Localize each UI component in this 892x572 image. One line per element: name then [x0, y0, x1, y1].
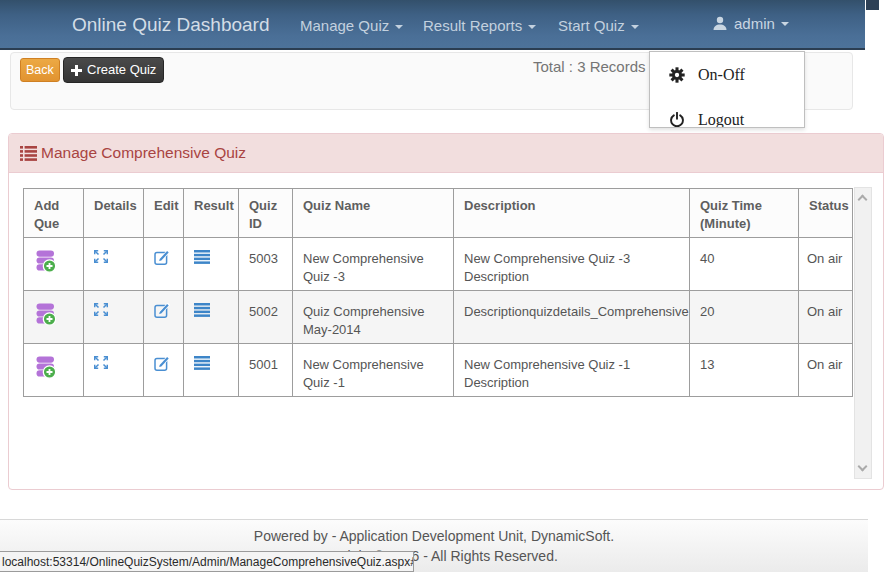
- quiz-name-cell: New Comprehensive Quiz -1: [293, 344, 454, 397]
- corner-square: [866, 0, 879, 10]
- panel-heading: Manage Comprehensive Quiz: [9, 134, 883, 173]
- add-que-cell: [24, 291, 84, 344]
- menu-item-on-off[interactable]: On-Off: [650, 52, 804, 97]
- col-description: Description: [454, 189, 690, 238]
- gear-icon: [669, 67, 685, 83]
- add-question-icon[interactable]: [34, 356, 56, 379]
- edit-cell: [144, 344, 184, 397]
- col-result: Result: [184, 189, 239, 238]
- nav-start-quiz[interactable]: Start Quiz: [558, 17, 639, 34]
- col-edit: Edit: [144, 189, 184, 238]
- add-que-cell: [24, 238, 84, 291]
- edit-cell: [144, 238, 184, 291]
- caret-down-icon: [781, 22, 789, 26]
- status-cell: On air: [799, 344, 853, 397]
- manage-quiz-panel: Manage Comprehensive Quiz Add Que Detail…: [8, 133, 884, 490]
- scroll-down-icon[interactable]: [858, 462, 868, 472]
- quiz-name-cell: Quiz Comprehensive May-2014: [293, 291, 454, 344]
- quiz-time-cell: 40: [690, 238, 799, 291]
- result-cell: [184, 291, 239, 344]
- status-cell: On air: [799, 291, 853, 344]
- nav-start-quiz-label: Start Quiz: [558, 17, 625, 34]
- quiz-id-cell: 5002: [239, 291, 293, 344]
- status-bar-url: localhost:53314/OnlineQuizSystem/Admin/M…: [0, 551, 414, 572]
- panel-title: Manage Comprehensive Quiz: [41, 144, 246, 162]
- result-icon[interactable]: [194, 356, 210, 370]
- description-cell: New Comprehensive Quiz -3 Description: [454, 238, 690, 291]
- edit-icon[interactable]: [154, 250, 170, 265]
- user-dropdown-menu: On-Off Logout: [649, 51, 805, 128]
- result-icon[interactable]: [194, 250, 210, 264]
- nav-result-reports-label: Result Reports: [423, 17, 522, 34]
- caret-down-icon: [395, 25, 403, 29]
- col-details: Details: [84, 189, 144, 238]
- expand-details-icon[interactable]: [94, 356, 108, 369]
- menu-on-off-label: On-Off: [698, 66, 745, 84]
- result-cell: [184, 238, 239, 291]
- result-icon[interactable]: [194, 303, 210, 317]
- add-que-cell: [24, 344, 84, 397]
- plus-icon: [71, 65, 82, 76]
- nav-user-label: admin: [734, 15, 775, 32]
- footer-powered-by: Powered by - Application Development Uni…: [0, 526, 868, 546]
- nav-result-reports[interactable]: Result Reports: [423, 17, 536, 34]
- create-quiz-button[interactable]: Create Quiz: [63, 57, 164, 83]
- back-button[interactable]: Back: [20, 58, 60, 82]
- description-cell: Descriptionquizdetails_Comprehensive: [454, 291, 690, 344]
- details-cell: [84, 238, 144, 291]
- expand-details-icon[interactable]: [94, 303, 108, 316]
- col-add-que: Add Que: [24, 189, 84, 238]
- nav-user-admin[interactable]: admin: [712, 15, 789, 32]
- navbar: Online Quiz Dashboard Manage Quiz Result…: [0, 0, 865, 50]
- caret-down-icon: [631, 25, 639, 29]
- scroll-up-icon[interactable]: [858, 195, 868, 205]
- table-row: 5003New Comprehensive Quiz -3New Compreh…: [24, 238, 853, 291]
- nav-manage-quiz-label: Manage Quiz: [300, 17, 389, 34]
- menu-logout-label: Logout: [698, 111, 744, 129]
- edit-icon[interactable]: [154, 356, 170, 371]
- description-cell: New Comprehensive Quiz -1 Description: [454, 344, 690, 397]
- expand-details-icon[interactable]: [94, 250, 108, 263]
- quiz-time-cell: 13: [690, 344, 799, 397]
- col-quiz-time: Quiz Time (Minute): [690, 189, 799, 238]
- add-question-icon[interactable]: [34, 250, 56, 273]
- caret-down-icon: [528, 25, 536, 29]
- total-records: Total : 3 Records: [533, 58, 646, 75]
- list-icon: [20, 146, 37, 161]
- table-row: 5001New Comprehensive Quiz -1New Compreh…: [24, 344, 853, 397]
- col-quiz-id: Quiz ID: [239, 189, 293, 238]
- create-quiz-label: Create Quiz: [87, 58, 156, 82]
- quiz-name-cell: New Comprehensive Quiz -3: [293, 238, 454, 291]
- details-cell: [84, 291, 144, 344]
- quiz-id-cell: 5001: [239, 344, 293, 397]
- details-cell: [84, 344, 144, 397]
- table-header-row: Add Que Details Edit Result Quiz ID Quiz…: [24, 189, 853, 238]
- edit-icon[interactable]: [154, 303, 170, 318]
- col-status: Status: [799, 189, 853, 238]
- user-icon: [712, 16, 728, 31]
- status-cell: On air: [799, 238, 853, 291]
- table-row: 5002Quiz Comprehensive May-2014Descripti…: [24, 291, 853, 344]
- add-question-icon[interactable]: [34, 303, 56, 326]
- table-scrollbar[interactable]: [854, 187, 872, 479]
- quiz-id-cell: 5003: [239, 238, 293, 291]
- col-quiz-name: Quiz Name: [293, 189, 454, 238]
- quiz-time-cell: 20: [690, 291, 799, 344]
- edit-cell: [144, 291, 184, 344]
- nav-manage-quiz[interactable]: Manage Quiz: [300, 17, 403, 34]
- menu-item-logout[interactable]: Logout: [650, 97, 804, 128]
- result-cell: [184, 344, 239, 397]
- power-icon: [669, 112, 685, 128]
- app-title: Online Quiz Dashboard: [72, 14, 270, 36]
- quiz-table: Add Que Details Edit Result Quiz ID Quiz…: [23, 188, 853, 397]
